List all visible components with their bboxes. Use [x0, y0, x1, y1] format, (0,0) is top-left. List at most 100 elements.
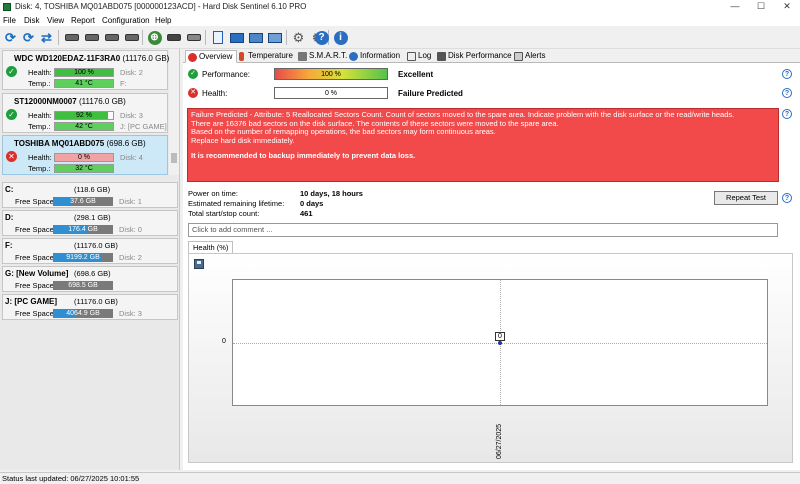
volume-name: J: [PC GAME]: [5, 297, 57, 306]
menu-help[interactable]: Help: [155, 16, 171, 25]
mail-icon[interactable]: [228, 29, 245, 46]
health-bar: 0 %: [54, 153, 114, 162]
free-space-bar: 698.5 GB: [53, 281, 113, 290]
performance-row: ✓ Performance: 100 % Excellent: [188, 68, 788, 81]
report-icon[interactable]: [209, 29, 226, 46]
disk-item-toshiba[interactable]: TOSHIBA MQ01ABD075 (698.6 GB) ✕ Health: …: [2, 135, 168, 175]
disk-list-scrollbar[interactable]: [169, 49, 179, 175]
volume-item-d[interactable]: D: (298.1 GB) Free Space 176.4 GB Disk: …: [2, 210, 178, 236]
status-bar: Status last updated: 06/27/2025 10:01:55: [0, 472, 800, 484]
volume-item-j[interactable]: J: [PC GAME] (11176.0 GB) Free Space 406…: [2, 294, 178, 320]
refresh-icon[interactable]: ⟳: [2, 29, 19, 46]
repeat-test-button[interactable]: Repeat Test: [714, 191, 778, 205]
comment-input[interactable]: Click to add comment ...: [188, 223, 778, 237]
health-row: ✕ Health: 0 % Failure Predicted: [188, 87, 788, 100]
failure-alert-box: Failure Predicted - Attribute: 5 Realloc…: [187, 108, 779, 182]
network-icon[interactable]: [247, 29, 264, 46]
minimize-button[interactable]: —: [722, 0, 748, 14]
menu-view[interactable]: View: [47, 16, 64, 25]
disk-repair-icon[interactable]: [123, 29, 140, 46]
check-icon: ✓: [6, 109, 17, 120]
disk-name: ST12000NM0007: [14, 97, 77, 106]
health-chart-plot: 0: [232, 279, 768, 406]
health-help-icon[interactable]: ?: [782, 88, 792, 98]
disk-item-seagate[interactable]: ST12000NM0007 (11176.0 GB) ✓ Health: 92 …: [2, 93, 168, 133]
menu-file[interactable]: File: [3, 16, 16, 25]
performance-label: Performance:: [202, 70, 251, 79]
free-space-label: Free Space: [15, 253, 54, 262]
alert-help-icon[interactable]: ?: [782, 109, 792, 119]
health-value: 92 %: [76, 112, 92, 119]
temp-bar: 42 °C: [54, 122, 114, 131]
tab-disk-performance[interactable]: Disk Performance: [435, 50, 512, 63]
menu-disk[interactable]: Disk: [24, 16, 40, 25]
chart-x-tick: 06/27/2025: [496, 423, 503, 459]
globe-icon[interactable]: ⊕: [146, 29, 163, 46]
tab-health-chart[interactable]: Health (%): [188, 241, 234, 253]
health-label: Health:: [28, 153, 52, 162]
toolbar: ⟳ ⟳ ⇄ ⊕ ⚙ ⚙ ? i: [0, 27, 800, 49]
tab-alerts[interactable]: Alerts: [512, 50, 545, 63]
info-icon[interactable]: i: [332, 29, 349, 46]
send-report-icon[interactable]: [266, 29, 283, 46]
volume-disk: Disk: 2: [119, 253, 142, 262]
performance-bar: 100 %: [274, 68, 388, 80]
tab-smart[interactable]: S.M.A.R.T.: [296, 50, 347, 63]
title-bar: Disk: 4, TOSHIBA MQ01ABD075 [000000123AC…: [0, 0, 800, 14]
free-space-bar: 176.4 GB: [53, 225, 113, 234]
temp-row: Temp.: 41 °C F:: [28, 79, 168, 89]
close-button[interactable]: ✕: [774, 0, 800, 14]
health-value: 0 %: [77, 154, 91, 161]
volume-item-g[interactable]: G: [New Volume] (698.6 GB) Free Space 69…: [2, 266, 178, 292]
temp-row: Temp.: 42 °C J: [PC GAME]: [28, 122, 168, 132]
toolbar-separator: [58, 30, 59, 45]
tab-information[interactable]: Information: [347, 50, 400, 63]
disk-item-wdc[interactable]: WDC WD120EDAZ-11F3RA0 (11176.0 GB) ✓ Hea…: [2, 50, 170, 90]
tab-overview[interactable]: Overview: [185, 50, 238, 63]
free-space-row: Free Space 37.6 GB Disk: 1: [15, 197, 175, 207]
health-chart-panel: 0 0 06/27/2025: [188, 253, 793, 463]
disk-icon: [437, 52, 446, 61]
check-icon: ✓: [188, 69, 198, 79]
volume-name: C:: [5, 185, 14, 194]
help-icon[interactable]: ?: [313, 29, 330, 46]
volume-disk: Disk: 0: [119, 225, 142, 234]
volume-item-f[interactable]: F: (11176.0 GB) Free Space 9199.2 GB Dis…: [2, 238, 178, 264]
menu-configuration[interactable]: Configuration: [102, 16, 150, 25]
chart-data-label: 0: [495, 332, 505, 341]
temp-label: Temp.:: [28, 122, 51, 131]
info-icon: [349, 52, 358, 61]
disk-refresh-icon[interactable]: ⇄: [38, 29, 55, 46]
printer-icon[interactable]: [185, 29, 202, 46]
refresh-all-icon[interactable]: ⟳: [20, 29, 37, 46]
volume-item-c[interactable]: C: (118.6 GB) Free Space 37.6 GB Disk: 1: [2, 182, 178, 208]
menu-report[interactable]: Report: [71, 16, 95, 25]
free-space-bar: 37.6 GB: [53, 197, 113, 206]
tab-log[interactable]: Log: [405, 50, 431, 63]
gear-icon[interactable]: ⚙: [290, 29, 307, 46]
free-space-label: Free Space: [15, 225, 54, 234]
tab-label: Alerts: [525, 51, 546, 60]
repeat-test-help-icon[interactable]: ?: [782, 193, 792, 203]
lifetime-label: Estimated remaining lifetime:: [188, 199, 285, 208]
tab-temperature[interactable]: Temperature: [235, 50, 293, 63]
performance-help-icon[interactable]: ?: [782, 69, 792, 79]
free-space-row: Free Space 9199.2 GB Disk: 2: [15, 253, 175, 263]
monitor-icon[interactable]: [165, 29, 182, 46]
save-icon[interactable]: [194, 259, 204, 269]
performance-value: 100 %: [321, 71, 341, 78]
chart-data-point: [498, 341, 502, 345]
temp-value: 42 °C: [75, 123, 93, 130]
disk-test-icon[interactable]: [83, 29, 100, 46]
volume-size: (698.6 GB): [74, 269, 111, 278]
grid-icon: [514, 52, 523, 61]
disk-check-icon[interactable]: [103, 29, 120, 46]
scroll-thumb[interactable]: [171, 153, 177, 163]
thermometer-icon: [239, 52, 244, 61]
maximize-button[interactable]: ☐: [748, 0, 774, 14]
disk-icon[interactable]: [63, 29, 80, 46]
tab-label: Overview: [199, 52, 233, 61]
health-value: 0 %: [324, 90, 338, 97]
free-space-label: Free Space: [15, 281, 54, 290]
disk-size: (11176.0 GB): [122, 54, 170, 63]
